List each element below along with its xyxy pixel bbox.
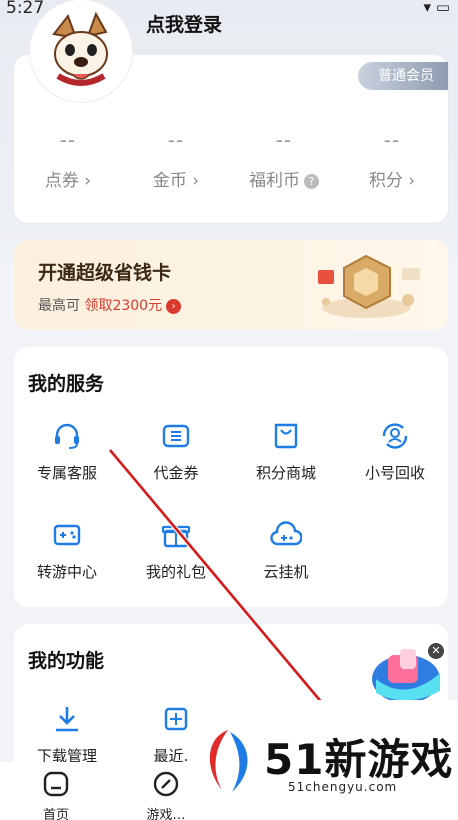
signal-battery-icon: ▾ ▭ <box>423 0 450 16</box>
saving-card-banner[interactable]: 开通超级省钱卡 最高可 领取2300元 › <box>14 240 448 330</box>
gold-card-illustration-icon <box>318 254 420 318</box>
service-label: 代金券 <box>153 464 199 482</box>
user-recycle-icon <box>382 423 408 449</box>
service-label: 积分商城 <box>255 464 316 482</box>
cloud-gamepad-icon <box>270 521 302 546</box>
function-download-manager[interactable]: 下载管理 <box>17 703 117 766</box>
stat-label: 福利币 <box>249 171 300 191</box>
services-title: 我的服务 <box>28 373 105 395</box>
stats-row: -- 点券 › -- 金币 › -- 福利币? -- 积分 › <box>14 128 448 198</box>
arrow-right-icon: › <box>166 299 182 314</box>
stat-welfare[interactable]: -- 福利币? <box>230 128 338 191</box>
shopping-bag-icon <box>274 423 298 449</box>
help-icon[interactable]: ? <box>304 174 319 189</box>
service-label: 专属客服 <box>36 464 97 482</box>
stat-value: -- <box>167 128 185 152</box>
tab-label: 首页 <box>42 808 69 820</box>
stat-value: -- <box>383 128 401 152</box>
service-points-mall[interactable]: 积分商城 <box>236 420 336 483</box>
member-badge[interactable]: 普通会员 <box>358 62 448 90</box>
stat-label: 点券 <box>44 171 79 191</box>
service-label: 云挂机 <box>263 563 309 581</box>
dog-avatar-icon <box>34 4 128 98</box>
functions-title: 我的功能 <box>28 650 105 672</box>
stat-coupon[interactable]: -- 点券 › <box>14 128 122 191</box>
stat-gold[interactable]: -- 金币 › <box>122 128 230 191</box>
headset-icon <box>55 423 79 449</box>
home-icon <box>43 771 69 797</box>
stat-label: 金币 <box>152 171 187 191</box>
promo-sub-prefix: 最高可 <box>38 298 80 314</box>
service-voucher[interactable]: 代金券 <box>126 420 226 483</box>
service-my-gifts[interactable]: 我的礼包 <box>126 519 226 582</box>
service-label: 小号回收 <box>364 464 425 482</box>
watermark-brand: 51新游戏 <box>264 735 454 784</box>
service-label: 我的礼包 <box>145 563 206 581</box>
close-icon[interactable]: ✕ <box>428 643 444 659</box>
service-customer-support[interactable]: 专属客服 <box>17 420 117 483</box>
login-button[interactable]: 点我登录 <box>146 10 222 37</box>
promo-title: 开通超级省钱卡 <box>38 262 172 284</box>
gift-icon <box>161 525 191 548</box>
brand-logo-icon <box>209 730 248 792</box>
status-time: 5:27 <box>6 0 45 18</box>
gamepad-transfer-icon <box>53 524 81 546</box>
stat-points[interactable]: -- 积分 › <box>338 128 446 191</box>
chevron-right-icon: › <box>402 171 416 191</box>
stat-label: 积分 <box>368 171 403 191</box>
voucher-icon <box>162 424 190 448</box>
chevron-right-icon: › <box>78 171 92 191</box>
floating-promo-widget[interactable]: ✕ <box>366 643 448 705</box>
service-label: 转游中心 <box>36 563 97 581</box>
download-icon <box>56 707 78 732</box>
stat-value: -- <box>275 128 293 152</box>
avatar[interactable] <box>30 0 132 102</box>
watermark-logo: 51新游戏 51chengyu.com <box>188 700 458 820</box>
service-account-recycle[interactable]: 小号回收 <box>345 420 445 483</box>
service-transfer-center[interactable]: 转游中心 <box>17 519 117 582</box>
stat-value: -- <box>59 128 77 152</box>
tab-home[interactable]: 首页 <box>14 770 98 820</box>
game-icon <box>153 771 179 797</box>
promo-subtitle: 最高可 领取2300元 › <box>38 295 182 315</box>
service-cloud-afk[interactable]: 云挂机 <box>236 519 336 582</box>
chevron-right-icon: › <box>186 171 200 191</box>
watermark-url: 51chengyu.com <box>288 780 398 794</box>
promo-link[interactable]: 领取2300元 <box>84 298 162 314</box>
